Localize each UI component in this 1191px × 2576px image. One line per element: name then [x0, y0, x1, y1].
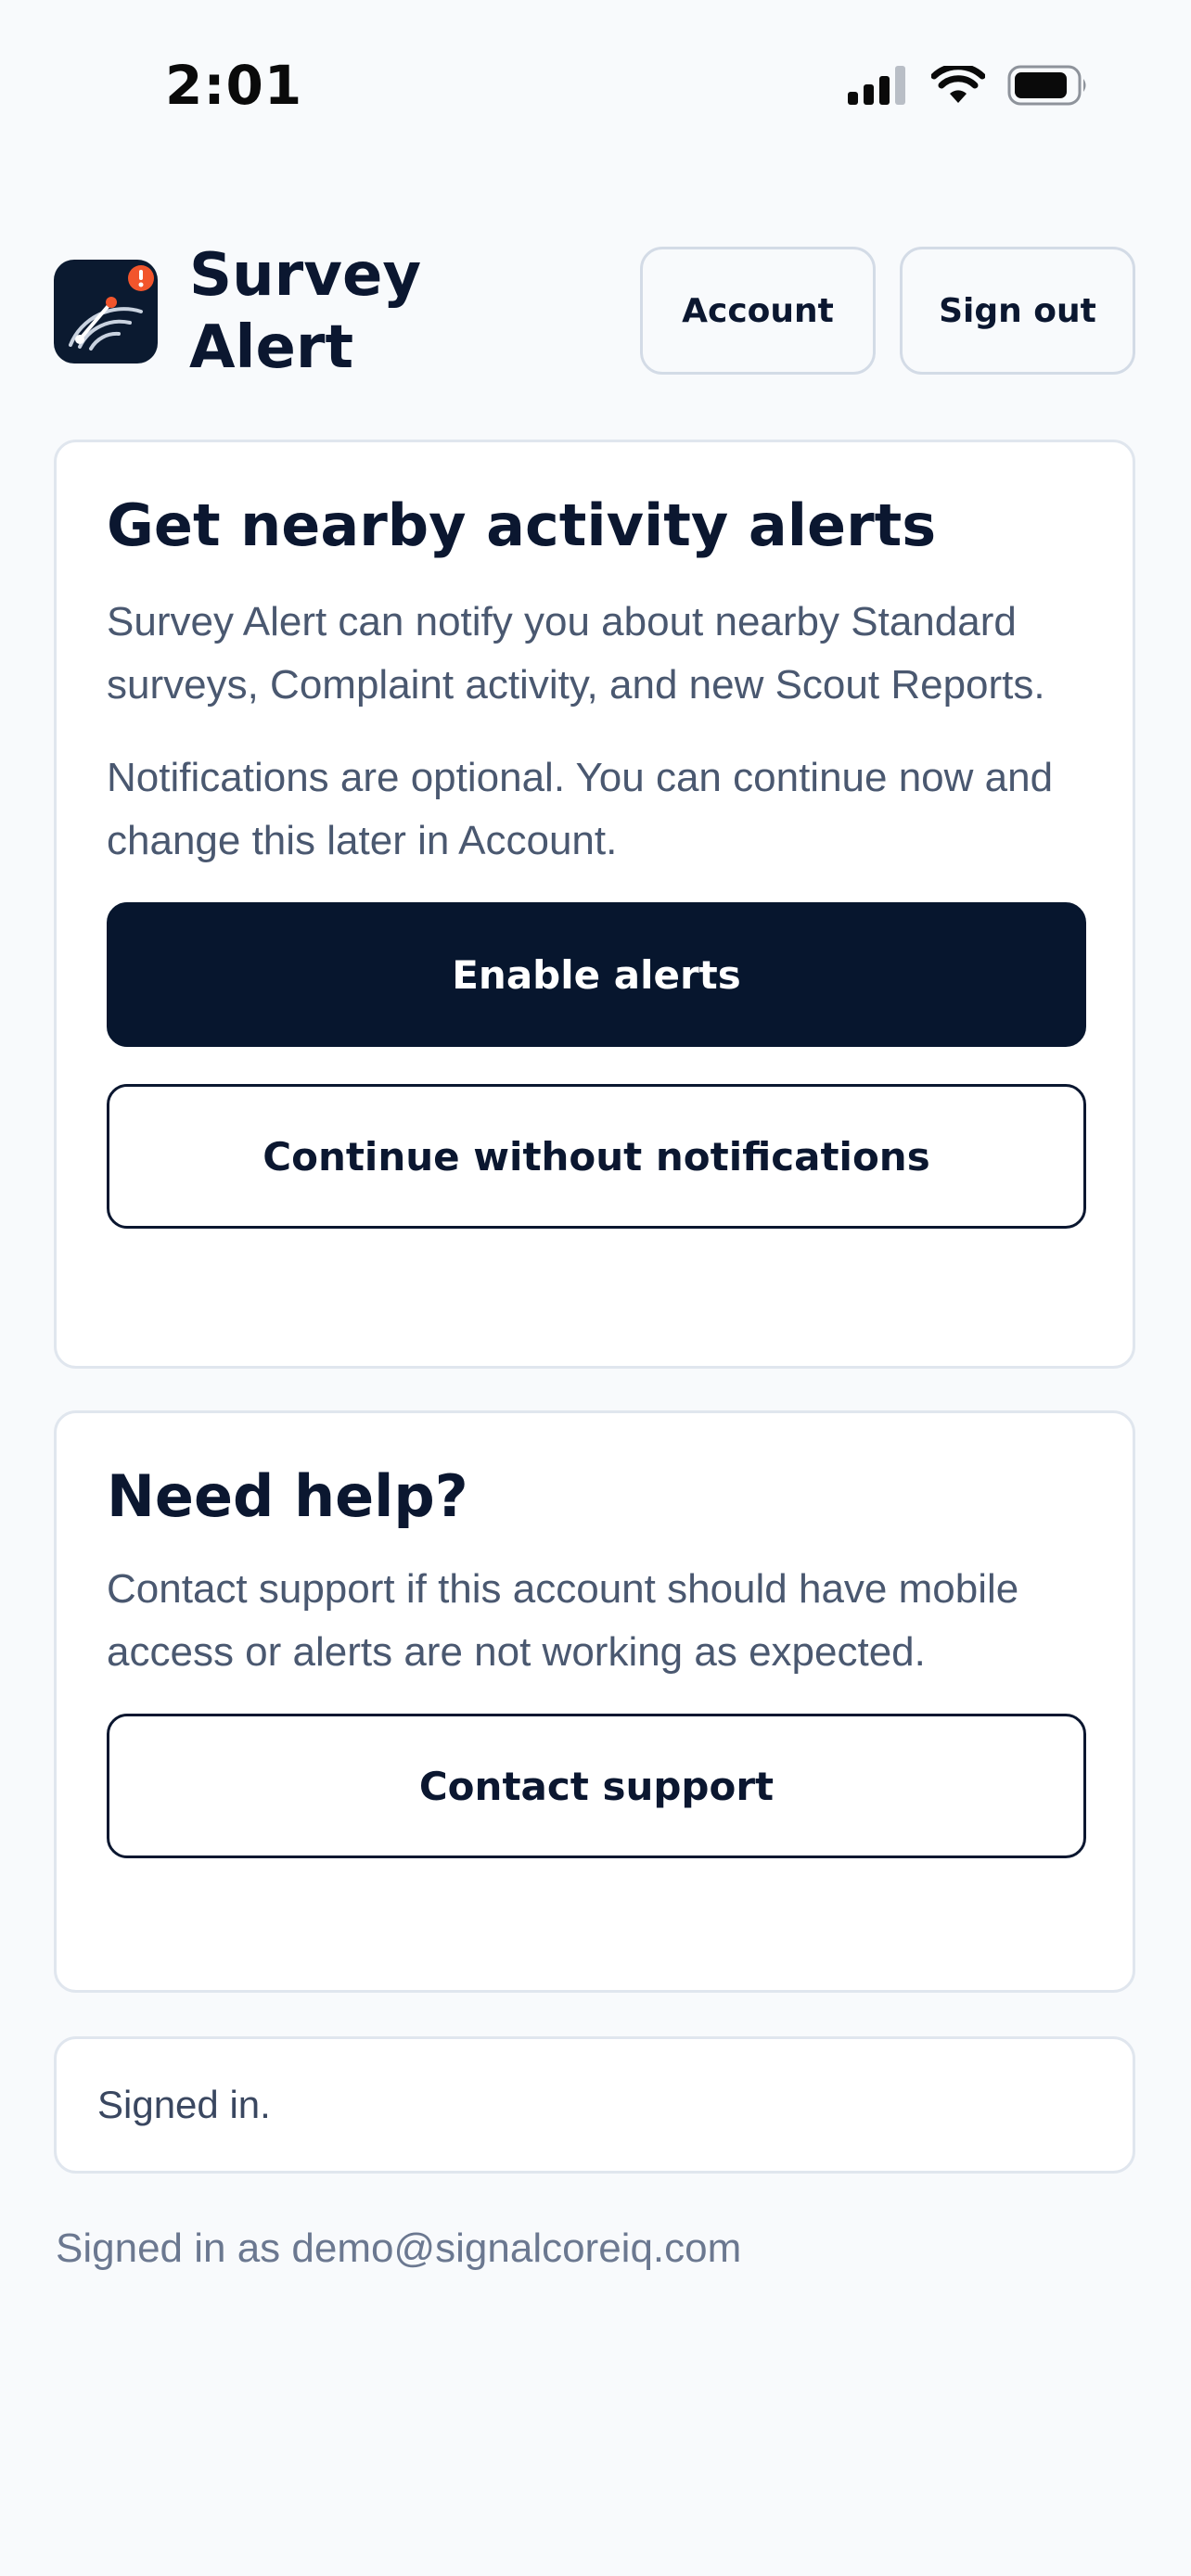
battery-icon — [1007, 65, 1086, 106]
radar-alert-icon — [54, 260, 158, 363]
cellular-signal-icon — [848, 66, 905, 105]
help-card-title: Need help? — [107, 1462, 468, 1530]
status-icons — [848, 65, 1089, 106]
help-description: Contact support if this account should h… — [107, 1566, 1019, 1675]
signed-in-footer: Signed in as demo@signalcoreiq.com — [56, 2225, 742, 2271]
contact-support-button[interactable]: Contact support — [107, 1714, 1086, 1858]
help-card: Need help? Contact support if this accou… — [54, 1410, 1135, 1993]
account-button[interactable]: Account — [640, 247, 876, 375]
wifi-icon — [931, 66, 985, 103]
sign-out-button[interactable]: Sign out — [900, 247, 1135, 375]
alerts-description: Survey Alert can notify you about nearby… — [107, 599, 1045, 708]
status-bar: 2:01 — [0, 0, 1191, 176]
enable-alerts-button[interactable]: Enable alerts — [107, 902, 1086, 1047]
status-message: Signed in. — [54, 2036, 1135, 2174]
status-time: 2:01 — [165, 54, 303, 117]
app-title: Survey Alert — [189, 241, 422, 382]
alerts-note: Notifications are optional. You can cont… — [107, 755, 1054, 863]
continue-without-notifications-button[interactable]: Continue without notifications — [107, 1084, 1086, 1229]
alerts-card-title: Get nearby activity alerts — [107, 491, 937, 559]
alerts-card: Get nearby activity alerts Survey Alert … — [54, 440, 1135, 1369]
app-header: Survey Alert Account Sign out — [54, 239, 1135, 388]
